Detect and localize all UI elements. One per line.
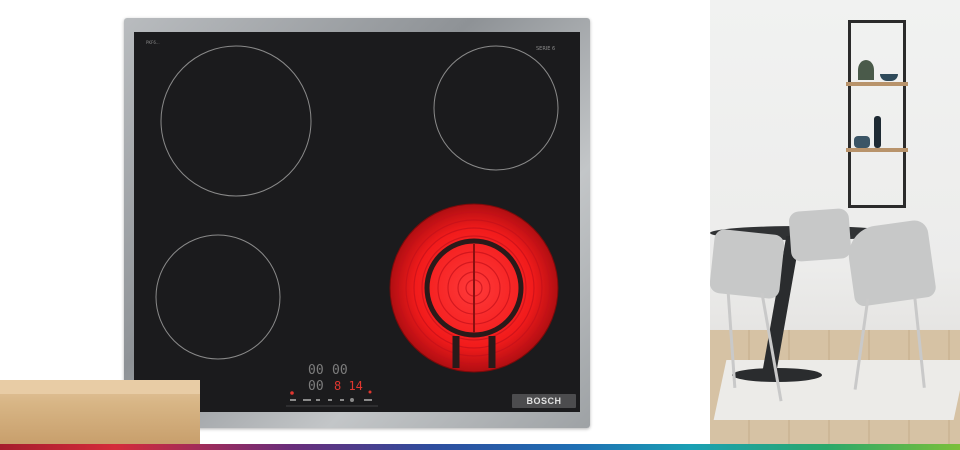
brand-color-bar <box>0 444 960 450</box>
brand-label: BOSCH <box>526 396 562 406</box>
product-scene: PKF6... SERIE 6 00 00 00 8 14 BOSCH <box>0 0 960 450</box>
zone-indicator-dot <box>368 390 372 394</box>
wooden-counter-top-edge <box>0 380 200 394</box>
touch-symbols-row[interactable] <box>290 398 372 402</box>
brand-logo: BOSCH <box>512 394 576 408</box>
power-indicator-dot <box>290 391 294 395</box>
